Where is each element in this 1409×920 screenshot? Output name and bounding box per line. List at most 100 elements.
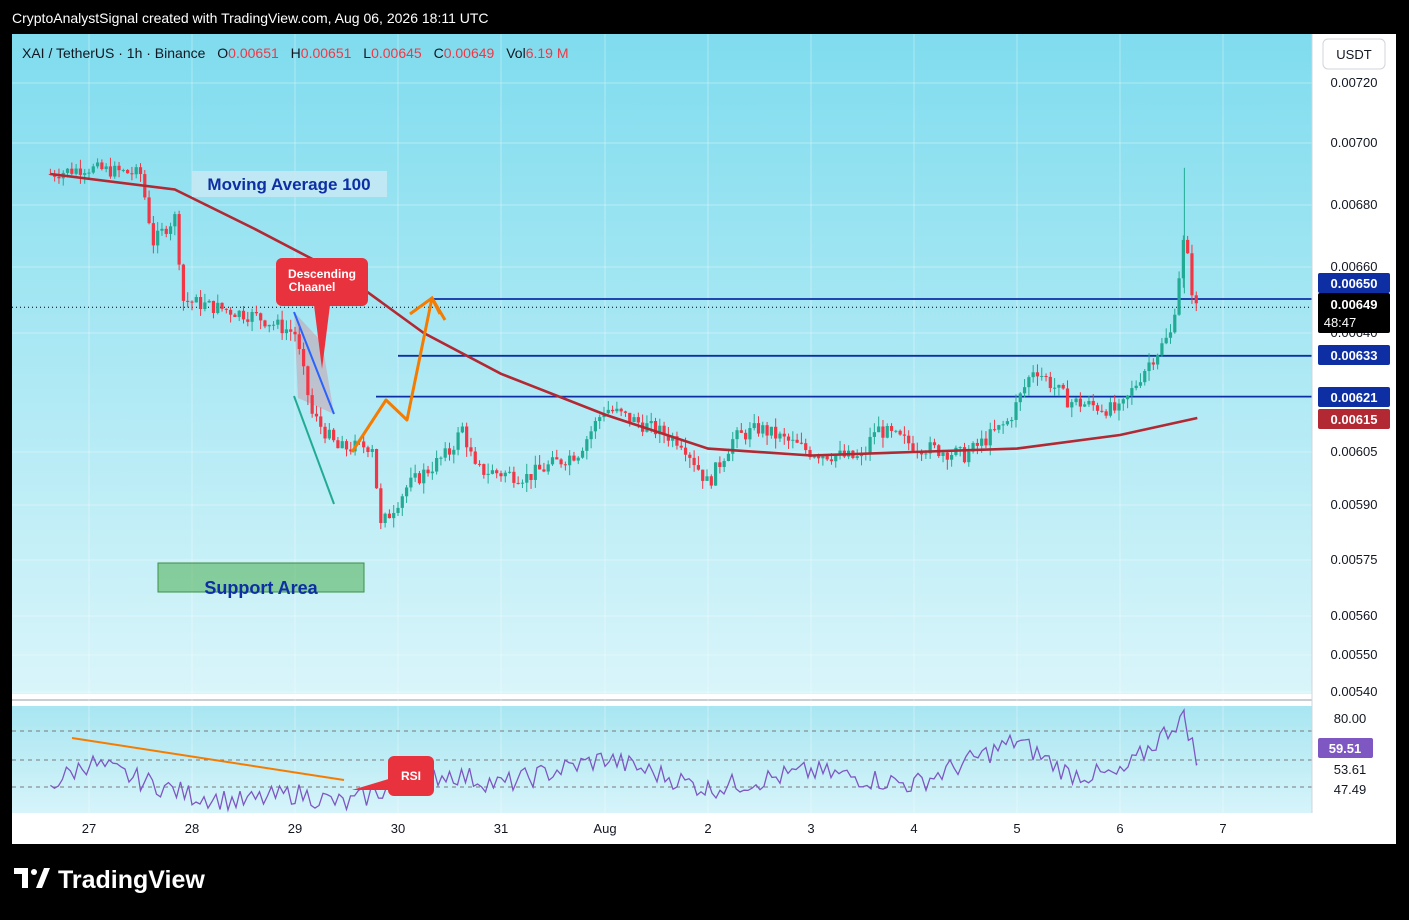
candle-body: [370, 449, 374, 452]
legend-close-value: 0.00649: [444, 45, 495, 61]
candle-body: [65, 168, 70, 173]
candle-body: [688, 454, 692, 458]
candle-body: [1117, 403, 1121, 411]
candle-body: [87, 172, 91, 174]
candle-body: [1100, 410, 1104, 412]
candle-body: [383, 513, 387, 524]
time-tick-label: 4: [910, 821, 917, 836]
candle-body: [229, 309, 233, 315]
candle-body: [490, 470, 495, 474]
legend-open-label: O: [217, 45, 228, 61]
candle-body: [950, 454, 954, 460]
candle-body: [1138, 382, 1143, 386]
price-tick-label: 0.00605: [1331, 444, 1378, 459]
candle-body: [460, 426, 464, 433]
candle-body: [958, 447, 962, 449]
currency-button[interactable]: USDT: [1322, 38, 1386, 70]
badge-last-price[interactable]: 0.00649 48:47: [1318, 293, 1390, 333]
candle-body: [379, 488, 383, 524]
candle-body: [1121, 399, 1125, 404]
badge-level-650[interactable]: 0.00650: [1318, 273, 1390, 293]
candle-body: [301, 349, 306, 367]
candle-body: [426, 469, 430, 474]
symbol-legend[interactable]: XAI / TetherUS · 1h · Binance O0.00651 H…: [22, 45, 569, 61]
badge-rsi-current[interactable]: 59.51: [1318, 738, 1373, 758]
candle-body: [683, 447, 688, 455]
candle-body: [194, 297, 198, 303]
candle-body: [598, 417, 602, 422]
candle-body: [902, 434, 907, 436]
candle-body: [945, 452, 949, 460]
price-tick-label: 0.00540: [1331, 684, 1378, 699]
badge-level-621[interactable]: 0.00621: [1318, 387, 1390, 407]
candle-body: [649, 421, 653, 424]
candle-body: [417, 473, 422, 484]
candle-body: [791, 439, 795, 441]
candle-body: [336, 440, 340, 449]
candle-body: [211, 300, 216, 314]
candle-body: [1010, 419, 1014, 422]
candle-body: [310, 395, 314, 414]
candle-body: [1005, 421, 1010, 425]
candle-body: [538, 464, 542, 470]
candle-body: [542, 469, 546, 472]
candle-body: [344, 441, 349, 450]
candle-body: [332, 429, 336, 441]
candle-body: [765, 425, 769, 436]
badge-countdown-text: 48:47: [1324, 315, 1357, 330]
legend-high-value: 0.00651: [301, 45, 352, 61]
candle-body: [1078, 398, 1082, 407]
candle-body: [533, 464, 537, 480]
candle-body: [443, 448, 447, 458]
price-tick-label: 0.00660: [1331, 259, 1378, 274]
badge-level-633[interactable]: 0.00633: [1318, 345, 1390, 365]
candle-body: [980, 438, 984, 446]
candle-body: [1057, 384, 1061, 388]
candle-body: [911, 443, 915, 451]
legend-close-label: C: [434, 45, 444, 61]
candle-body: [246, 319, 250, 322]
candle-body: [529, 474, 533, 480]
candle-body: [83, 173, 87, 175]
time-tick-label: 7: [1219, 821, 1226, 836]
candle-body: [705, 476, 709, 481]
price-tick-label: 0.00550: [1331, 647, 1378, 662]
time-tick-label: 31: [494, 821, 508, 836]
candle-body: [967, 451, 971, 463]
candle-body: [173, 214, 177, 227]
channel-callout-line1: Descending: [288, 267, 356, 281]
candle-body: [1134, 385, 1138, 389]
candle-body: [374, 449, 379, 489]
candle-body: [74, 168, 78, 174]
candle-body: [1040, 375, 1044, 377]
chart-canvas[interactable]: Support Area Moving Average 100 Descendi…: [12, 34, 1396, 844]
candle-body: [113, 165, 117, 177]
candle-body: [748, 428, 752, 440]
badge-ma-value[interactable]: 0.00615: [1318, 409, 1390, 429]
candle-body: [138, 167, 143, 175]
time-tick-label: 30: [391, 821, 405, 836]
candle-body: [70, 168, 74, 174]
candle-body: [1083, 404, 1087, 407]
candle-body: [696, 465, 701, 470]
candle-body: [636, 417, 640, 423]
candle-body: [267, 324, 271, 327]
candle-body: [108, 166, 113, 177]
tradingview-brand[interactable]: TradingView: [14, 866, 205, 895]
candle-body: [117, 165, 121, 171]
candle-body: [593, 421, 598, 432]
candle-body: [435, 457, 439, 472]
candle-body: [289, 329, 293, 332]
candle-body: [568, 455, 572, 466]
candle-body: [735, 430, 739, 440]
candle-body: [499, 473, 503, 477]
badge-level-650-text: 0.00650: [1331, 276, 1378, 291]
candle-body: [1061, 384, 1065, 389]
candle-body: [216, 302, 220, 314]
candle-body: [477, 463, 482, 465]
candle-body: [868, 436, 872, 454]
candle-body: [589, 431, 593, 440]
candle-body: [78, 168, 83, 175]
candle-body: [1022, 387, 1027, 394]
candle-body: [1053, 387, 1057, 389]
